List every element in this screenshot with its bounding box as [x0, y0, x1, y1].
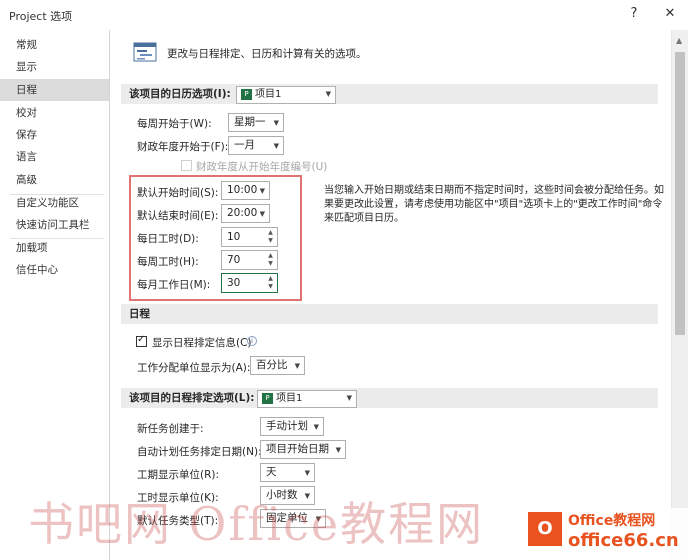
week-start-label: 每周开始于(W):	[137, 118, 212, 130]
auto-tasks-dropdown[interactable]: 项目开始日期 ▼	[260, 440, 346, 459]
scrollbar-thumb[interactable]	[675, 52, 685, 335]
window-title: Project 选项	[9, 10, 73, 23]
default-end-label: 默认结束时间(E):	[137, 210, 219, 222]
days-per-month-spinner[interactable]: 30 ▲ ▼	[221, 273, 278, 293]
calendar-options-title: 该项目的日历选项(I):	[129, 88, 231, 100]
watermark-text: 书吧网 Office教程网	[28, 497, 485, 551]
close-button[interactable]: ✕	[656, 3, 684, 25]
calendar-options-header: 该项目的日历选项(I): P 项目1 ▼	[121, 84, 658, 104]
sidebar-item-trust-center[interactable]: 信任中心	[0, 259, 109, 281]
hours-per-day-label: 每日工时(D):	[137, 233, 199, 245]
default-end-dropdown[interactable]: 20:00 ▼	[221, 204, 270, 223]
info-icon[interactable]: i	[247, 336, 257, 346]
fiscal-start-dropdown[interactable]: 一月 ▼	[228, 136, 284, 155]
chevron-down-icon: ▼	[259, 210, 265, 218]
days-per-month-label: 每月工作日(M):	[137, 279, 211, 291]
sidebar-item-schedule[interactable]: 日程	[0, 79, 109, 101]
schedule-options-title: 该项目的日程排定选项(L):	[129, 392, 255, 404]
hours-per-week-label: 每周工时(H):	[137, 256, 199, 268]
week-start-dropdown[interactable]: 星期一 ▼	[228, 113, 284, 132]
spinner-arrows-icon[interactable]: ▲ ▼	[266, 229, 275, 245]
new-tasks-label: 新任务创建于:	[137, 423, 204, 435]
office-logo-icon: O	[528, 512, 562, 546]
chevron-down-icon: ▼	[294, 362, 300, 370]
schedule-calendar-icon	[133, 42, 157, 62]
fiscal-start-label: 财政年度开始于(F):	[137, 141, 229, 153]
chevron-down-icon: ▼	[346, 394, 352, 402]
sidebar-item-quick-access[interactable]: 快速访问工具栏	[0, 214, 109, 236]
hours-per-day-spinner[interactable]: 10 ▲ ▼	[221, 227, 278, 247]
days-per-month-value: 30	[227, 277, 241, 289]
fiscal-numbering-label: 财政年度从开始年度编号(U)	[196, 161, 328, 173]
chevron-down-icon: ▼	[273, 142, 279, 150]
sidebar-item-save[interactable]: 保存	[0, 124, 109, 146]
schedule-header: 日程	[121, 304, 658, 324]
new-tasks-dropdown[interactable]: 手动计划 ▼	[260, 417, 324, 436]
page-description: 更改与日程排定、日历和计算有关的选项。	[167, 48, 367, 60]
chevron-down-icon: ▼	[325, 90, 331, 98]
auto-tasks-value: 项目开始日期	[266, 443, 329, 455]
sidebar-item-customize-ribbon[interactable]: 自定义功能区	[0, 192, 109, 214]
schedule-section-title: 日程	[129, 308, 150, 320]
calendar-project-value: 项目1	[255, 89, 282, 100]
show-schedule-messages-checkbox[interactable]	[136, 334, 147, 347]
new-tasks-value: 手动计划	[266, 420, 308, 432]
hours-per-day-value: 10	[227, 231, 241, 243]
show-schedule-messages-label: 显示日程排定信息(C)	[152, 337, 252, 349]
spinner-arrows-icon[interactable]: ▲ ▼	[266, 252, 275, 268]
hours-per-week-value: 70	[227, 254, 241, 266]
chevron-down-icon: ▼	[313, 423, 319, 431]
logo-line-2: office66.cn	[568, 530, 679, 551]
default-start-value: 10:00	[227, 184, 258, 196]
schedule-options-header: 该项目的日程排定选项(L): P 项目1 ▼	[121, 388, 658, 408]
project-file-icon: P	[262, 392, 273, 404]
sidebar-item-general[interactable]: 常规	[0, 34, 109, 56]
chevron-down-icon: ▼	[259, 187, 265, 195]
options-sidebar: 常规 显示 日程 校对 保存 语言 高级 自定义功能区 快速访问工具栏 加载项 …	[0, 30, 110, 560]
sidebar-item-advanced[interactable]: 高级	[0, 169, 109, 191]
office-logo: O Office教程网 office66.cn	[528, 508, 690, 560]
assignment-units-dropdown[interactable]: 百分比 ▼	[250, 356, 305, 375]
hours-per-week-spinner[interactable]: 70 ▲ ▼	[221, 250, 278, 270]
schedule-project-dropdown[interactable]: P 项目1 ▼	[257, 390, 357, 408]
sidebar-item-proofing[interactable]: 校对	[0, 102, 109, 124]
default-end-value: 20:00	[227, 207, 258, 219]
fiscal-numbering-checkbox[interactable]	[181, 160, 192, 171]
scroll-up-icon[interactable]: ▲	[676, 36, 682, 45]
calendar-note-text: 当您输入开始日期或结束日期而不指定时间时，这些时间会被分配给任务。如果要更改此设…	[324, 185, 664, 224]
duration-units-dropdown[interactable]: 天 ▼	[260, 463, 315, 482]
options-content: 更改与日程排定、日历和计算有关的选项。 该项目的日历选项(I): P 项目1 ▼ …	[111, 30, 677, 560]
default-start-dropdown[interactable]: 10:00 ▼	[221, 181, 270, 200]
week-start-value: 星期一	[234, 116, 266, 128]
help-button[interactable]: ?	[620, 3, 648, 25]
duration-units-label: 工期显示单位(R):	[137, 469, 220, 481]
spinner-arrows-icon[interactable]: ▲ ▼	[266, 275, 275, 291]
calendar-project-dropdown[interactable]: P 项目1 ▼	[236, 86, 336, 104]
duration-units-value: 天	[266, 466, 277, 478]
chevron-down-icon: ▼	[273, 119, 279, 127]
logo-line-1: Office教程网	[568, 513, 656, 529]
schedule-project-value: 项目1	[276, 393, 303, 404]
project-file-icon: P	[241, 88, 252, 100]
sidebar-item-display[interactable]: 显示	[0, 56, 109, 78]
auto-tasks-label: 自动计划任务排定日期(N):	[137, 446, 262, 458]
assignment-units-value: 百分比	[256, 359, 288, 371]
sidebar-item-language[interactable]: 语言	[0, 146, 109, 168]
title-bar: Project 选项 ? ✕	[0, 0, 690, 30]
chevron-down-icon: ▼	[335, 446, 341, 454]
content-scrollbar[interactable]: ▲	[671, 30, 688, 560]
fiscal-start-value: 一月	[234, 139, 255, 151]
assignment-units-label: 工作分配单位显示为(A):	[137, 362, 251, 374]
sidebar-item-addins[interactable]: 加载项	[0, 237, 109, 259]
default-start-label: 默认开始时间(S):	[137, 187, 219, 199]
chevron-down-icon: ▼	[304, 469, 310, 477]
